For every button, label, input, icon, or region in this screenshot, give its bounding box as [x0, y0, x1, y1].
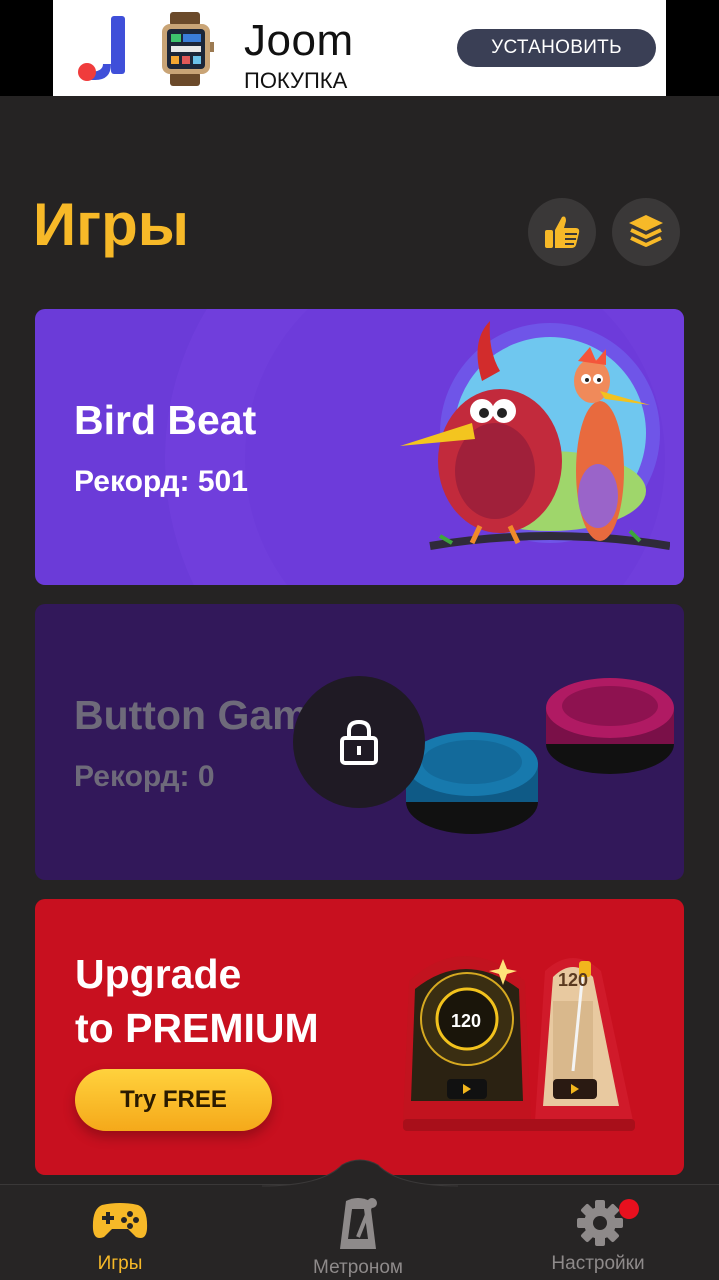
- nav-label-settings: Настройки: [551, 1253, 645, 1274]
- nav-tab-metronome[interactable]: Метроном: [298, 1185, 418, 1280]
- ad-subtitle: ПОКУПКА: [244, 68, 348, 93]
- nav-label-metronome: Метроном: [313, 1257, 403, 1278]
- nav-label-games: Игры: [97, 1253, 143, 1274]
- ad-banner[interactable]: Joom ПОКУПКА УСТАНОВИТЬ: [53, 0, 666, 96]
- game-title: Bird Beat: [74, 397, 257, 443]
- metronome-icon: [340, 1198, 377, 1249]
- game-card-button-game[interactable]: Button Game Рекорд: 0: [35, 604, 684, 880]
- ad-banner-container: Joom ПОКУПКА УСТАНОВИТЬ: [0, 0, 719, 96]
- birds-illustration: [400, 321, 670, 550]
- lock-icon: [340, 719, 378, 765]
- locked-overlay: [293, 676, 425, 808]
- premium-title: Upgrade to PREMIUM: [75, 947, 319, 1055]
- device-bpm-right: 120: [558, 970, 588, 990]
- premium-title-line2: to PREMIUM: [75, 1005, 319, 1051]
- try-free-button[interactable]: Try FREE: [75, 1069, 272, 1131]
- joom-logo-icon: [78, 16, 125, 81]
- nav-tab-settings[interactable]: Настройки: [538, 1185, 658, 1280]
- nav-tab-games[interactable]: Игры: [70, 1185, 170, 1280]
- smartwatch-product-icon: [162, 12, 214, 86]
- ad-install-button[interactable]: УСТАНОВИТЬ: [457, 29, 656, 67]
- bottom-navigation: Игры Метроном Настройки: [0, 1159, 719, 1280]
- game-card-bird-beat[interactable]: Bird Beat Рекорд: 501: [35, 309, 684, 585]
- thumbs-up-icon: [545, 216, 580, 248]
- gamepad-icon: [92, 1203, 148, 1238]
- game-record: Рекорд: 501: [74, 465, 248, 498]
- ad-brand-name: Joom: [244, 16, 354, 65]
- buttons-illustration: [406, 678, 674, 834]
- metronome-devices-illustration: 120 120: [403, 956, 635, 1131]
- layers-icon: [629, 215, 663, 247]
- premium-title-line1: Upgrade: [75, 951, 242, 997]
- game-record: Рекорд: 0: [74, 760, 215, 793]
- rate-app-button[interactable]: [528, 198, 596, 266]
- gear-icon: [577, 1200, 623, 1246]
- device-bpm-left: 120: [451, 1011, 481, 1031]
- notification-badge: [619, 1199, 639, 1219]
- levels-button[interactable]: [612, 198, 680, 266]
- page-title: Игры: [33, 191, 190, 258]
- premium-banner[interactable]: Upgrade to PREMIUM Try FREE 120 120: [35, 899, 684, 1175]
